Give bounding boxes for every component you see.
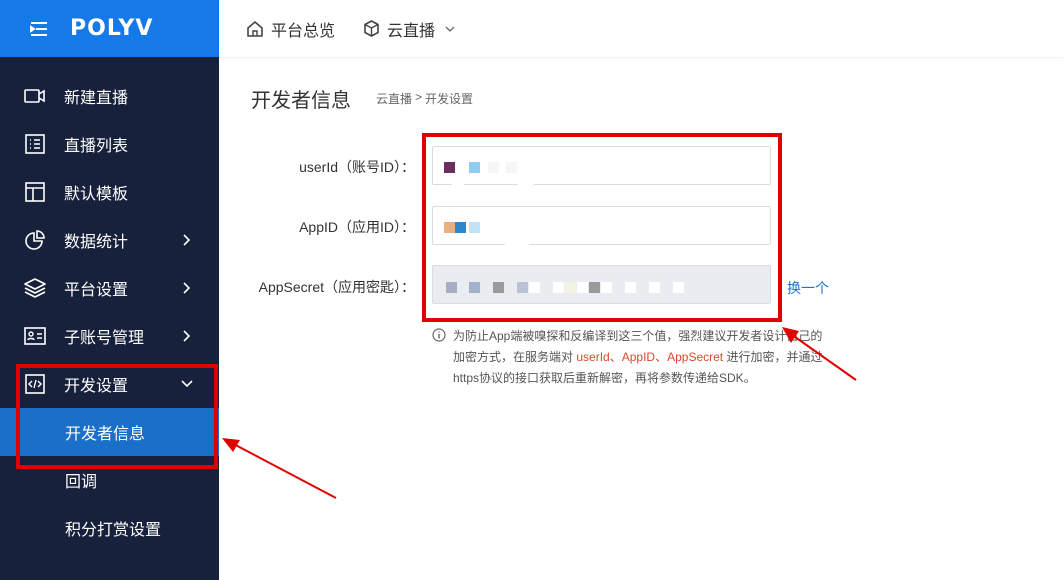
sidebar-item-live-list[interactable]: 直播列表 xyxy=(0,120,219,168)
sidebar-subitem-callback[interactable]: 回调 xyxy=(0,456,219,504)
redaction-patch xyxy=(452,180,464,190)
redacted-pixel xyxy=(649,282,660,293)
code-icon xyxy=(24,373,46,395)
redaction-patch xyxy=(518,165,534,190)
polyv-logo[interactable]: POLYV xyxy=(70,16,153,41)
sidebar-item-label: 默认模板 xyxy=(64,186,129,203)
sidebar-subitem-label: 积分打赏设置 xyxy=(65,522,162,539)
userid-label: userId（账号ID）： xyxy=(299,159,415,175)
menu-toggle-icon[interactable] xyxy=(28,20,50,38)
sidebar-item-label: 平台设置 xyxy=(64,282,129,299)
redacted-pixel xyxy=(506,162,517,173)
redacted-pixel xyxy=(625,282,636,293)
redacted-pixel xyxy=(517,282,528,293)
redacted-pixel xyxy=(469,162,480,173)
redacted-pixel xyxy=(488,162,499,173)
sidebar-subitem-label: 开发者信息 xyxy=(65,426,146,443)
sidebar-item-label: 数据统计 xyxy=(64,234,129,251)
notice-line-2: 加密方式，在服务端对 userId、AppID、AppSecret 进行加密，并… xyxy=(453,347,832,368)
notice-separator: 、 xyxy=(609,350,622,364)
redacted-pixel xyxy=(469,282,480,293)
cube-icon xyxy=(362,20,380,38)
sidebar: POLYV 新建直播 直播列表 默认模板 数据统计 平台设置 子账号管理 开发设… xyxy=(0,0,219,580)
layers-icon xyxy=(24,277,46,299)
chevron-down-icon xyxy=(181,377,193,391)
redacted-pixel xyxy=(589,282,600,293)
notice-text: 加密方式，在服务端对 xyxy=(453,350,577,364)
platform-overview-label: 平台总览 xyxy=(271,22,336,40)
appid-field[interactable] xyxy=(432,206,771,245)
redacted-pixel xyxy=(444,162,455,173)
page-title: 开发者信息 xyxy=(251,90,351,112)
chevron-down-icon xyxy=(445,25,455,33)
sidebar-subitem-developer-info[interactable]: 开发者信息 xyxy=(0,408,219,456)
video-camera-icon xyxy=(24,85,46,107)
redacted-pixel xyxy=(493,282,504,293)
appsecret-label: AppSecret（应用密匙）： xyxy=(258,279,415,295)
chevron-right-icon xyxy=(181,329,193,343)
cloud-live-label: 云直播 xyxy=(387,22,436,40)
id-card-icon xyxy=(24,325,46,347)
breadcrumb: 云直播 > 开发设置 xyxy=(376,90,473,107)
top-bar: 平台总览 云直播 xyxy=(219,0,1064,57)
appid-label: AppID（应用ID）： xyxy=(299,219,415,235)
breadcrumb-cloud-live[interactable]: 云直播 xyxy=(376,90,412,107)
info-icon xyxy=(432,328,446,342)
redacted-pixel xyxy=(469,222,480,233)
sidebar-subitem-points-reward[interactable]: 积分打赏设置 xyxy=(0,504,219,552)
redacted-pixel xyxy=(446,282,457,293)
sidebar-item-default-template[interactable]: 默认模板 xyxy=(0,168,219,216)
annotation-arrow-sidebar xyxy=(222,438,337,499)
sidebar-item-label: 直播列表 xyxy=(64,138,129,155)
redacted-pixel xyxy=(529,282,540,293)
notice-line-3: https协议的接口获取后重新解密，再将参数传递给SDK。 xyxy=(453,371,756,385)
sidebar-subitem-label: 回调 xyxy=(65,474,98,491)
appsecret-field xyxy=(432,265,771,304)
redacted-pixel xyxy=(565,282,576,293)
sidebar-item-subaccount[interactable]: 子账号管理 xyxy=(0,312,219,360)
home-icon xyxy=(246,20,264,38)
pie-chart-icon xyxy=(24,229,46,251)
redacted-pixel xyxy=(673,282,684,293)
redacted-pixel xyxy=(601,282,612,293)
redacted-pixel xyxy=(577,282,588,293)
list-icon xyxy=(24,133,46,155)
sidebar-item-label: 新建直播 xyxy=(64,90,129,107)
platform-overview-link[interactable]: 平台总览 xyxy=(246,17,335,41)
sidebar-item-dev-settings[interactable]: 开发设置 xyxy=(0,360,219,408)
notice-appid: AppID xyxy=(621,350,656,364)
template-icon xyxy=(24,181,46,203)
sidebar-item-platform-settings[interactable]: 平台设置 xyxy=(0,264,219,312)
redacted-pixel xyxy=(455,222,466,233)
notice-text: 进行加密，并通过 xyxy=(723,350,823,364)
redacted-pixel xyxy=(444,222,455,233)
sidebar-item-label: 子账号管理 xyxy=(64,330,145,347)
notice-userid: userId xyxy=(576,350,610,364)
sidebar-item-data-stats[interactable]: 数据统计 xyxy=(0,216,219,264)
chevron-right-icon xyxy=(181,281,193,295)
redacted-pixel xyxy=(553,282,564,293)
brand-bar: POLYV xyxy=(0,0,219,57)
notice-line-1: 为防止App端被嗅探和反编译到这三个值，强烈建议开发者设计自己的 xyxy=(453,329,823,343)
sidebar-nav: 新建直播 直播列表 默认模板 数据统计 平台设置 子账号管理 开发设置 开发者信… xyxy=(0,57,219,552)
regenerate-secret-link[interactable]: 换一个 xyxy=(787,278,829,298)
sidebar-item-new-live[interactable]: 新建直播 xyxy=(0,72,219,120)
sidebar-item-label: 开发设置 xyxy=(64,378,129,395)
cloud-live-menu[interactable]: 云直播 xyxy=(362,17,455,41)
breadcrumb-separator: > xyxy=(415,90,423,104)
notice-separator: 、 xyxy=(655,350,668,364)
breadcrumb-current: 开发设置 xyxy=(425,92,474,106)
security-notice: 为防止App端被嗅探和反编译到这三个值，强烈建议开发者设计自己的 加密方式，在服… xyxy=(432,326,832,389)
notice-appsecret: AppSecret xyxy=(667,350,724,364)
chevron-right-icon xyxy=(181,233,193,247)
userid-field[interactable] xyxy=(432,146,771,185)
